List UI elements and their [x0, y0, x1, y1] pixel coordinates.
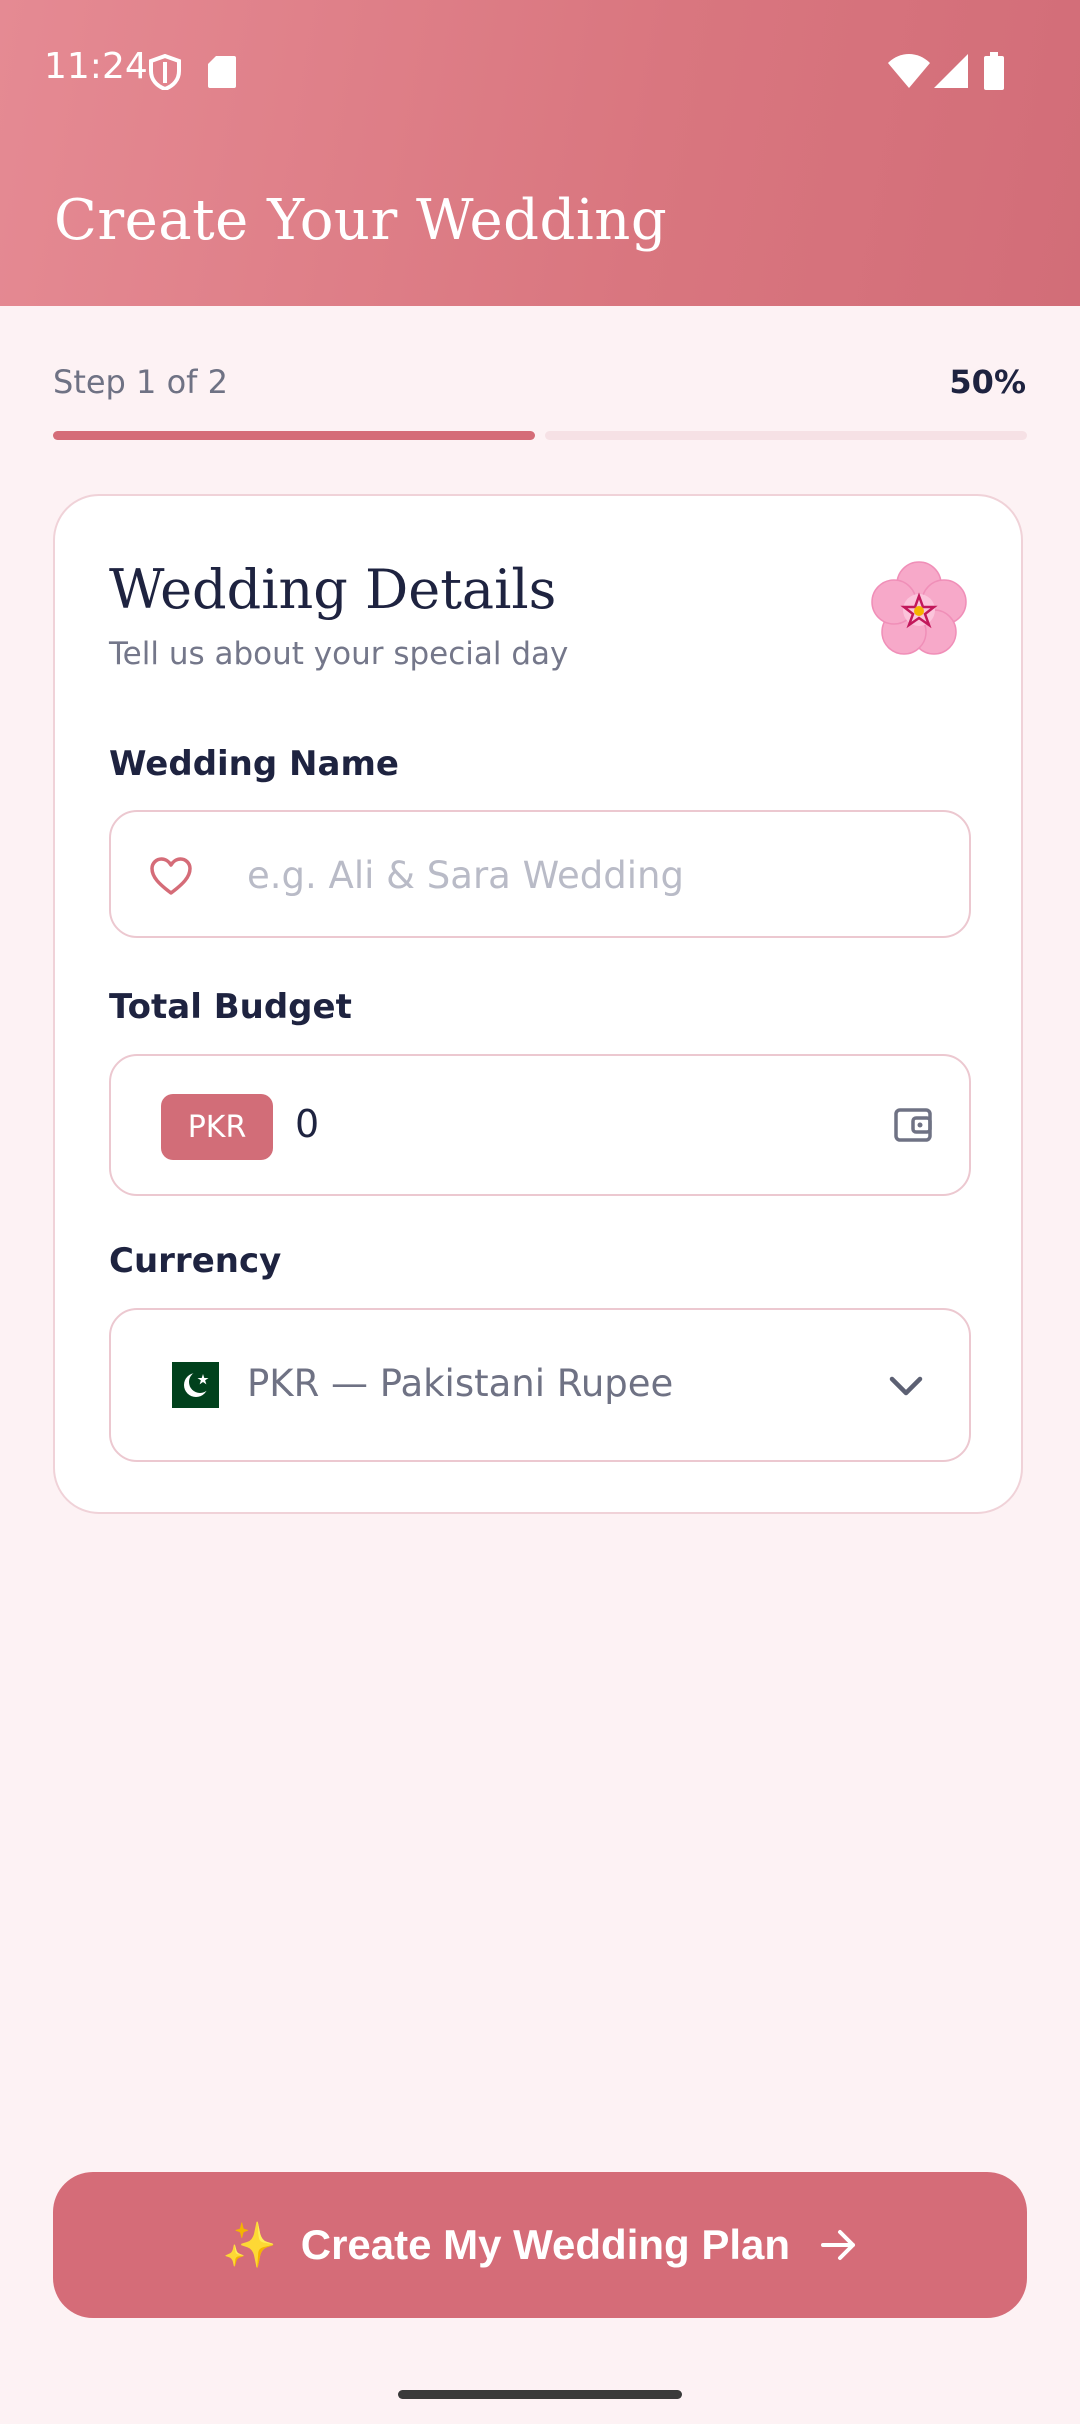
flower-icon: [871, 561, 967, 655]
card-subtitle: Tell us about your special day: [109, 636, 569, 672]
currency-badge: PKR: [161, 1094, 273, 1160]
wedding-name-input[interactable]: e.g. Ali & Sara Wedding: [247, 854, 684, 897]
create-wedding-plan-button[interactable]: ✨ Create My Wedding Plan: [53, 2172, 1027, 2318]
wallet-icon: [894, 1108, 932, 1142]
wedding-details-card: Wedding Details Tell us about your speci…: [53, 494, 1023, 1514]
sparkles-icon: ✨: [221, 2221, 277, 2270]
heart-icon: [150, 857, 192, 895]
app-header: 11:24 Create Your Wedding: [0, 0, 1080, 306]
home-indicator[interactable]: [398, 2390, 682, 2399]
total-budget-input[interactable]: 0: [295, 1102, 319, 1146]
signal-icon: [934, 54, 968, 88]
wifi-icon: [888, 54, 930, 88]
currency-selected-value: PKR — Pakistani Rupee: [247, 1362, 674, 1405]
card-title: Wedding Details: [109, 558, 557, 621]
total-budget-field[interactable]: PKR 0: [109, 1054, 971, 1196]
sd-card-icon: [208, 56, 236, 88]
currency-select[interactable]: PKR — Pakistani Rupee: [109, 1308, 971, 1462]
step-percent-text: 50%: [949, 363, 1026, 401]
wedding-name-field[interactable]: e.g. Ali & Sara Wedding: [109, 810, 971, 938]
progress-bar-fill: [53, 431, 535, 440]
pakistan-flag-icon: [157, 1362, 219, 1408]
shield-icon: [149, 54, 181, 90]
status-time: 11:24: [44, 46, 148, 87]
currency-label: Currency: [109, 1241, 282, 1281]
page-title: Create Your Wedding: [54, 188, 668, 253]
arrow-right-icon: [820, 2228, 858, 2262]
status-bar: 11:24: [0, 0, 1080, 140]
create-wedding-plan-label: Create My Wedding Plan: [300, 2221, 791, 2268]
chevron-down-icon[interactable]: [887, 1372, 925, 1400]
total-budget-label: Total Budget: [109, 987, 352, 1027]
wedding-name-label: Wedding Name: [109, 744, 399, 784]
progress-bar-track: [545, 431, 1027, 440]
battery-icon: [984, 52, 1004, 90]
step-indicator-text: Step 1 of 2: [53, 363, 228, 401]
